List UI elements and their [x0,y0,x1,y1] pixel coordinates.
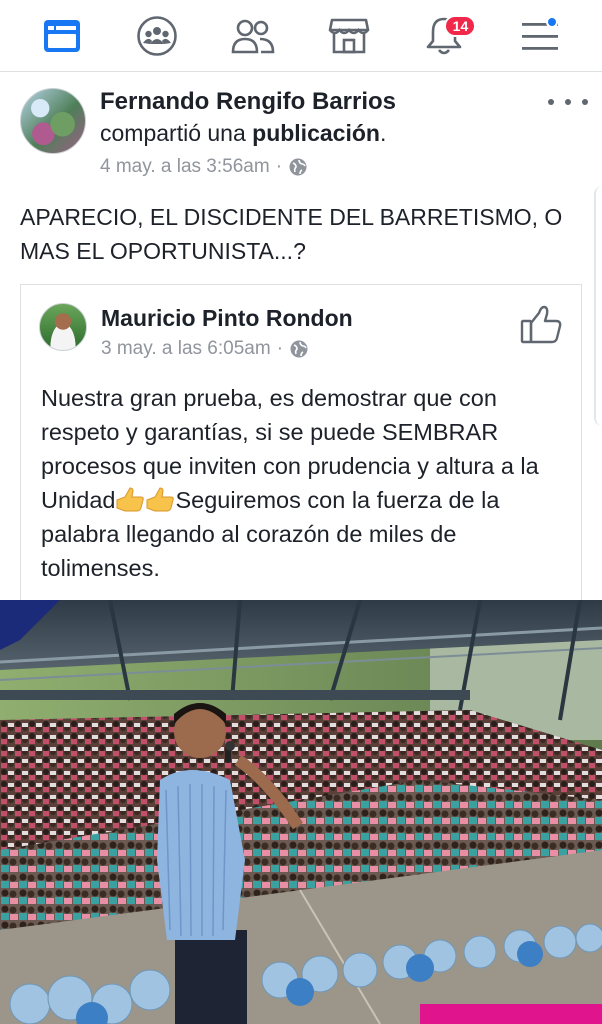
groups-button[interactable] [127,6,187,66]
thumbs-up-emoji [116,487,145,512]
more-dot [582,99,588,105]
news-feed-button[interactable] [32,6,92,66]
menu-button[interactable] [510,6,570,66]
shared-post-timestamp[interactable]: 3 may. a las 6:05am [101,338,271,360]
shared-description: compartió una publicación. [100,120,386,147]
friends-icon [231,19,275,53]
sharer-avatar[interactable] [20,88,86,154]
post-text: APARECIO, EL DISCIDENTE DEL BARRETISMO, … [20,204,563,264]
scroll-edge [594,186,602,426]
groups-icon [137,15,178,56]
thumbs-up-emoji [146,487,175,512]
more-dot [565,99,571,105]
top-navigation: 14 [0,0,602,72]
post-options-button[interactable] [548,92,588,112]
marketplace-button[interactable] [319,6,379,66]
meta-separator: · [275,156,283,177]
photo-image [0,600,602,1024]
globe-icon [290,340,308,358]
thumbs-up-icon[interactable] [519,303,563,347]
shared-post-card[interactable]: Mauricio Pinto Rondon 3 may. a las 6:05a… [20,284,582,600]
menu-notification-dot [546,15,559,28]
post-meta: 4 may. a las 3:56am · [100,156,308,178]
shared-prefix: compartió una [100,120,253,146]
shared-object-link[interactable]: publicación [252,120,380,146]
shared-author-name[interactable]: Mauricio Pinto Rondon [101,305,353,332]
more-dot [548,99,554,105]
shared-post-text: Nuestra gran prueba, es demostrar que co… [41,381,571,585]
shared-suffix: . [379,120,387,146]
globe-icon [289,158,307,176]
meta-separator: · [276,338,284,359]
shared-author-avatar[interactable] [39,303,87,351]
marketplace-icon [328,18,370,53]
friends-button[interactable] [223,6,283,66]
post-header: Fernando Rengifo Barrios compartió una p… [18,86,588,186]
notification-badge: 14 [444,14,477,37]
news-feed-icon [43,19,80,52]
sharer-name[interactable]: Fernando Rengifo Barrios [100,88,396,116]
shared-post-meta: 3 may. a las 6:05am · [101,338,309,360]
post-timestamp[interactable]: 4 may. a las 3:56am [100,156,270,178]
notifications-button[interactable]: 14 [414,6,477,66]
post-photo[interactable] [0,600,602,1024]
